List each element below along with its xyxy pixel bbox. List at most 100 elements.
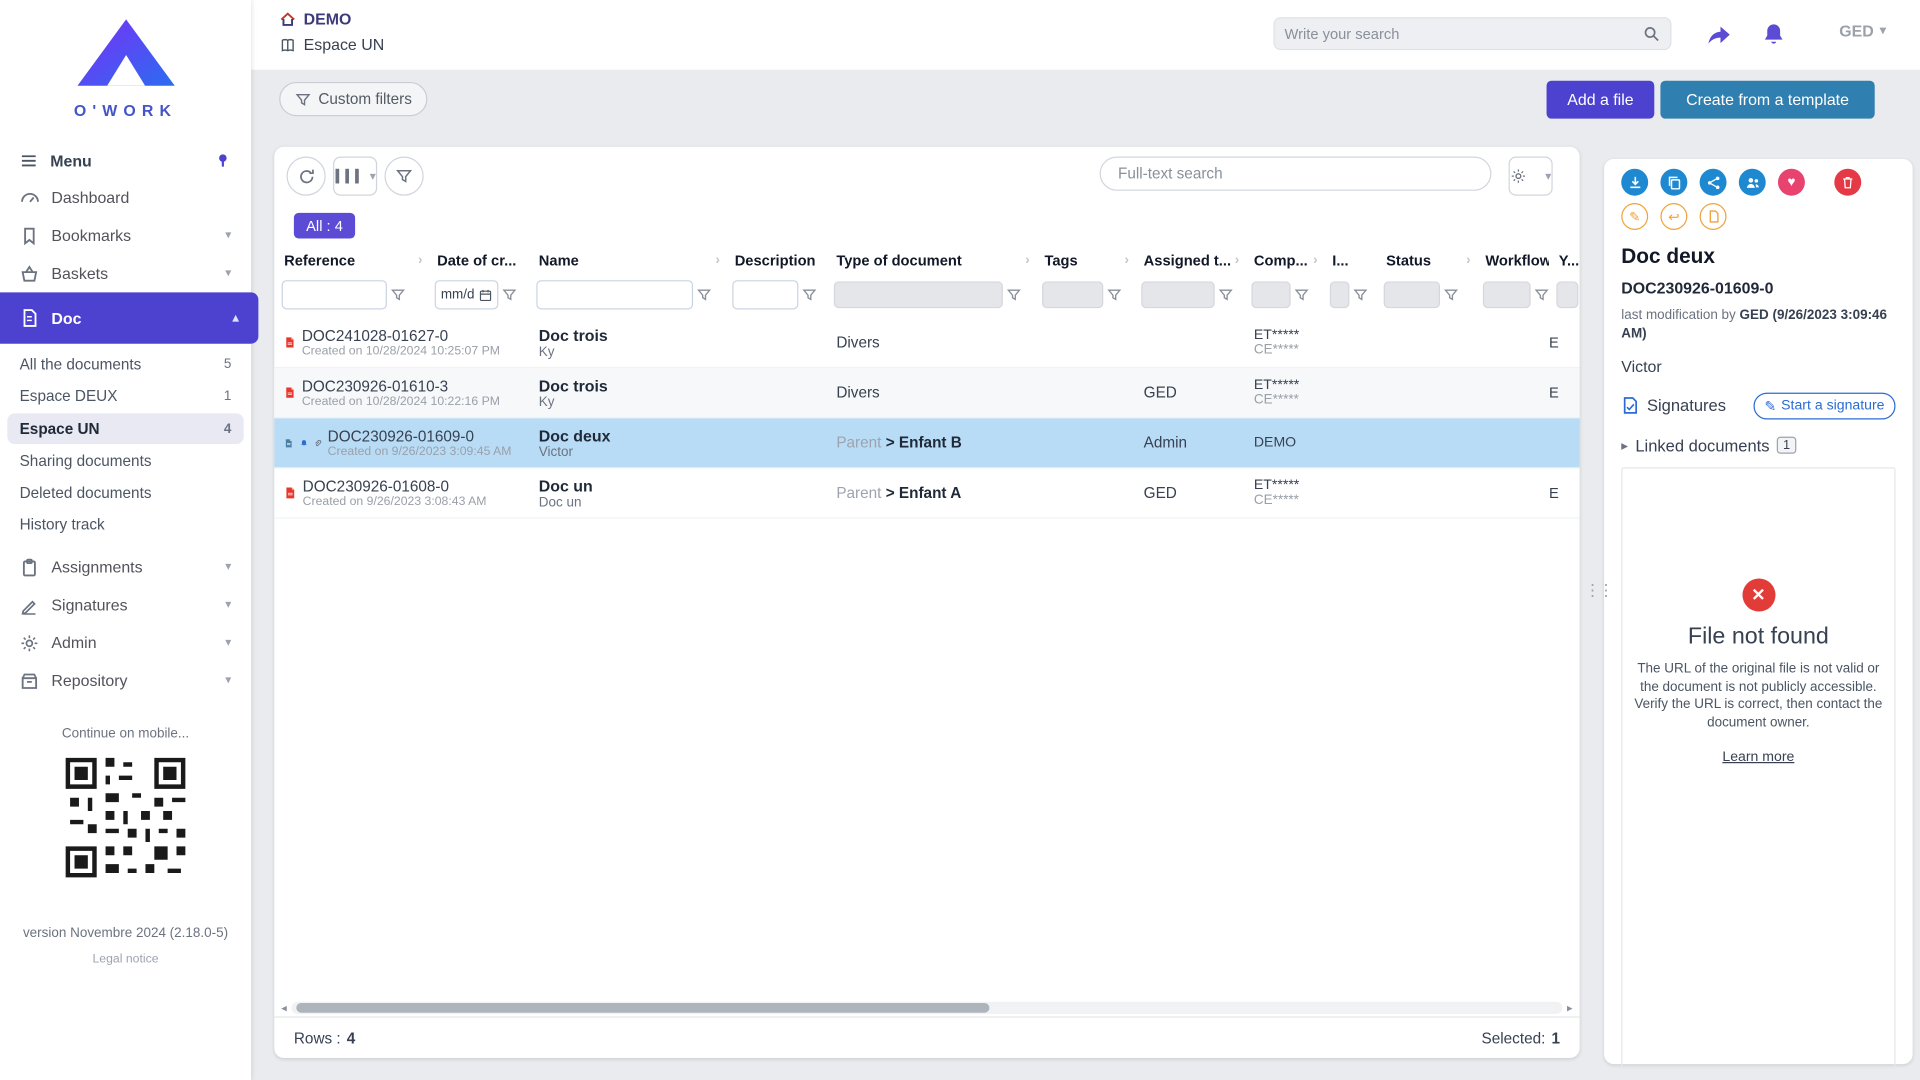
filter-company-select[interactable] (1251, 281, 1290, 308)
column-header-workflow[interactable]: Workflow› (1476, 247, 1549, 274)
sidebar-item-baskets[interactable]: Baskets ▾ (0, 254, 251, 292)
add-file-button[interactable]: Add a file (1547, 81, 1655, 119)
filter-reference-input[interactable] (282, 280, 387, 309)
sidebar-menu-toggle[interactable]: Menu (0, 142, 251, 179)
funnel-icon[interactable] (697, 287, 712, 302)
sidebar-item-repository[interactable]: Repository ▾ (0, 662, 251, 700)
column-header-i[interactable]: I... (1322, 247, 1376, 274)
funnel-icon[interactable] (802, 287, 817, 302)
sidebar-item-admin[interactable]: Admin ▾ (0, 624, 251, 662)
filter-type-select[interactable] (834, 281, 1003, 308)
download-button[interactable] (1621, 169, 1648, 196)
user-menu[interactable]: GED ▾ (1839, 22, 1886, 40)
sidebar-item-signatures[interactable]: Signatures ▾ (0, 586, 251, 624)
column-header-status[interactable]: Status› (1376, 247, 1475, 274)
sidebar-item-dashboard[interactable]: Dashboard (0, 179, 251, 217)
funnel-icon[interactable] (1353, 287, 1368, 302)
table-header-row: Reference› Date of cr... Name› Descripti… (274, 247, 1579, 274)
start-signature-button[interactable]: ✎ Start a signature (1753, 392, 1895, 419)
scroll-right-arrow[interactable]: ▸ (1565, 1001, 1575, 1014)
sidebar-item-sharing-documents[interactable]: Sharing documents (0, 445, 251, 477)
chevron-down-icon: ▾ (225, 267, 231, 280)
scrollbar-track[interactable] (291, 1002, 1562, 1014)
filter-tags-select[interactable] (1042, 281, 1103, 308)
copy-button[interactable] (1660, 169, 1687, 196)
filter-name-input[interactable] (536, 280, 693, 309)
column-header-reference[interactable]: Reference› (274, 247, 427, 274)
funnel-icon[interactable] (1218, 287, 1233, 302)
funnel-icon[interactable] (1007, 287, 1022, 302)
column-header-type[interactable]: Type of document› (827, 247, 1035, 274)
linked-documents-toggle[interactable]: ▸ Linked documents 1 (1621, 436, 1895, 454)
custom-filters-button[interactable]: Custom filters (279, 82, 428, 116)
column-header-company[interactable]: Comp...› (1244, 247, 1322, 274)
pin-icon[interactable] (214, 152, 231, 169)
sidebar-item-bookmarks[interactable]: Bookmarks ▾ (0, 216, 251, 254)
columns-button[interactable]: ▾ (333, 157, 377, 196)
delete-button[interactable] (1834, 169, 1861, 196)
column-header-name[interactable]: Name› (529, 247, 725, 274)
learn-more-link[interactable]: Learn more (1722, 750, 1794, 765)
filter-date-input[interactable]: mm/d (435, 280, 498, 309)
column-header-assigned[interactable]: Assigned t...› (1134, 247, 1244, 274)
scroll-left-arrow[interactable]: ◂ (279, 1001, 289, 1014)
table-settings-button[interactable]: ▾ (1509, 157, 1553, 196)
notifications-button[interactable] (1757, 18, 1789, 50)
column-header-description[interactable]: Description (725, 247, 827, 274)
mobile-hint: Continue on mobile... (0, 727, 251, 742)
sidebar-item-all-documents[interactable]: All the documents 5 (0, 349, 251, 381)
legal-notice-link[interactable]: Legal notice (0, 953, 251, 966)
chevron-down-icon: ▾ (1545, 169, 1551, 182)
gear-icon (20, 633, 40, 653)
sidebar-item-deleted-documents[interactable]: Deleted documents (0, 477, 251, 509)
users-button[interactable] (1739, 169, 1766, 196)
global-search-input[interactable] (1285, 25, 1643, 42)
refresh-button[interactable] (287, 157, 326, 196)
sidebar: O'WORK Menu Dashboard (0, 0, 251, 1080)
sidebar-item-espace-deux[interactable]: Espace DEUX 1 (0, 380, 251, 412)
create-from-template-button[interactable]: Create from a template (1660, 81, 1874, 119)
table-row-3-selected[interactable]: DOC230926-01609-0 Created on 9/26/2023 3… (274, 418, 1579, 468)
table-row-4[interactable]: DOC230926-01608-0 Created on 9/26/2023 3… (274, 468, 1579, 518)
fulltext-search-input[interactable] (1100, 157, 1492, 191)
column-header-tags[interactable]: Tags› (1035, 247, 1134, 274)
filter-y-select[interactable] (1556, 281, 1578, 308)
app-root: O'WORK Menu Dashboard (0, 0, 1920, 1080)
filter-tag-all[interactable]: All : 4 (294, 213, 355, 239)
filter-assigned-select[interactable] (1141, 281, 1214, 308)
table-row-2[interactable]: DOC230926-01610-3 Created on 10/28/2024 … (274, 368, 1579, 418)
table-footer: Rows :4 Selected:1 (274, 1016, 1579, 1058)
funnel-icon[interactable] (1534, 287, 1549, 302)
share-button[interactable] (1702, 18, 1734, 50)
sidebar-item-assignments[interactable]: Assignments ▾ (0, 548, 251, 586)
column-header-date[interactable]: Date of cr... (427, 247, 529, 274)
table-row-1[interactable]: DOC241028-01627-0 Created on 10/28/2024 … (274, 318, 1579, 368)
document-version-button[interactable] (1700, 203, 1727, 230)
sidebar-item-history-track[interactable]: History track (0, 509, 251, 541)
filter-description-input[interactable] (732, 280, 798, 309)
edit-button[interactable]: ✎ (1621, 203, 1648, 230)
sidebar-item-espace-un[interactable]: Espace UN 4 (7, 413, 243, 444)
table-filter-button[interactable] (384, 157, 423, 196)
funnel-icon[interactable] (501, 287, 516, 302)
filter-workflow-select[interactable] (1483, 281, 1531, 308)
favorite-button[interactable]: ♥ (1778, 169, 1805, 196)
menu-label: Menu (50, 151, 92, 169)
panel-resize-handle[interactable]: ⋮⋮ (1585, 585, 1612, 597)
breadcrumb-space[interactable]: Espace UN (279, 35, 384, 53)
column-header-y[interactable]: Y... (1549, 247, 1580, 274)
funnel-icon[interactable] (1444, 287, 1459, 302)
funnel-icon[interactable] (391, 287, 406, 302)
bookmark-icon (20, 226, 40, 246)
search-icon[interactable] (1642, 24, 1660, 42)
return-button[interactable]: ↩ (1660, 203, 1687, 230)
filter-i-select[interactable] (1330, 281, 1350, 308)
breadcrumb-app[interactable]: DEMO (279, 10, 384, 28)
funnel-icon[interactable] (1107, 287, 1122, 302)
share-button[interactable] (1700, 169, 1727, 196)
funnel-icon[interactable] (1294, 287, 1309, 302)
scrollbar-thumb[interactable] (296, 1003, 989, 1013)
filter-status-select[interactable] (1384, 281, 1440, 308)
clipboard-icon (20, 557, 40, 577)
sidebar-item-doc[interactable]: Doc ▴ (0, 292, 258, 343)
